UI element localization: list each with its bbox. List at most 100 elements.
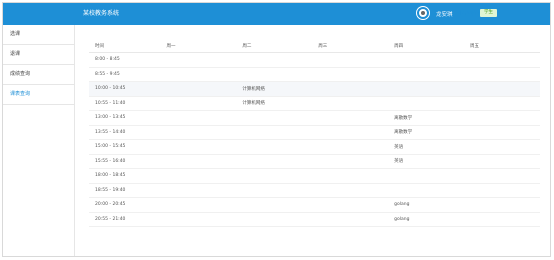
course-cell: 英语: [388, 154, 465, 169]
time-slot-cell: 10:00 - 10:45: [89, 81, 161, 97]
course-cell: [464, 154, 540, 169]
course-cell: [236, 110, 313, 126]
avatar-icon[interactable]: [417, 7, 429, 19]
table-header-row: 时间 周一 周二 周三 周四 周五: [89, 39, 540, 53]
time-slot-cell: 8:00 - 8:45: [89, 52, 161, 68]
table-row: 10:00 - 10:45 计算机网络: [89, 81, 540, 97]
course-cell: [236, 125, 313, 140]
column-header: 周三: [312, 39, 389, 53]
course-cell: [388, 52, 465, 68]
course-cell: [160, 125, 237, 140]
sidebar-item-timetable[interactable]: 课表查询: [3, 85, 74, 105]
course-cell: [464, 52, 540, 68]
table-row: 15:55 - 16:40 英语: [89, 154, 540, 169]
course-cell: [160, 168, 237, 184]
course-cell: [388, 67, 465, 82]
course-cell: 离散数学: [388, 110, 465, 126]
course-cell: [388, 168, 465, 184]
course-cell: [236, 52, 313, 68]
course-cell: golang: [388, 197, 465, 213]
course-cell: [464, 81, 540, 97]
table-row: 20:00 - 20:45 golang: [89, 197, 540, 213]
time-slot-cell: 13:55 - 14:40: [89, 125, 161, 140]
course-cell: 计算机网络: [236, 96, 313, 111]
course-cell: [236, 183, 313, 198]
course-cell: [388, 96, 465, 111]
app-title: 某校教务系统: [83, 10, 120, 17]
sidebar-item-select-course[interactable]: 选课: [3, 25, 74, 45]
course-cell: golang: [388, 212, 465, 227]
course-cell: [464, 168, 540, 184]
column-header: 周一: [160, 39, 237, 53]
course-cell: [160, 197, 237, 213]
course-cell: [160, 183, 237, 198]
table-row: 10:55 - 11:40 计算机网络: [89, 96, 540, 111]
course-cell: [312, 168, 389, 184]
course-cell: 离散数学: [388, 125, 465, 140]
course-cell: [312, 125, 389, 140]
table-row: 13:00 - 13:45 离散数学: [89, 110, 540, 126]
course-cell: [464, 139, 540, 155]
course-cell: [464, 96, 540, 111]
course-cell: [236, 212, 313, 227]
course-cell: [160, 110, 237, 126]
timetable: 时间 周一 周二 周三 周四 周五 8:00 - 8:45 8:55 - 9:45…: [89, 39, 540, 227]
sidebar-item-drop-course[interactable]: 退课: [3, 45, 74, 65]
course-cell: 计算机网络: [236, 81, 313, 97]
course-cell: [464, 197, 540, 213]
course-cell: [312, 197, 389, 213]
course-cell: [160, 96, 237, 111]
course-cell: [160, 67, 237, 82]
course-cell: [464, 212, 540, 227]
table-row: 20:55 - 21:40 golang: [89, 212, 540, 227]
role-badge: 学生: [480, 9, 497, 17]
table-row: 15:00 - 15:45 英语: [89, 139, 540, 155]
time-slot-cell: 18:55 - 19:40: [89, 183, 161, 198]
course-cell: [312, 67, 389, 82]
course-cell: [160, 139, 237, 155]
course-cell: [312, 96, 389, 111]
course-cell: [464, 110, 540, 126]
course-cell: [388, 183, 465, 198]
course-cell: [312, 183, 389, 198]
table-row: 8:00 - 8:45: [89, 52, 540, 68]
time-slot-cell: 18:00 - 18:45: [89, 168, 161, 184]
course-cell: [312, 154, 389, 169]
course-cell: [236, 67, 313, 82]
course-cell: [312, 52, 389, 68]
time-slot-cell: 8:55 - 9:45: [89, 67, 161, 82]
course-cell: 英语: [388, 139, 465, 155]
time-slot-cell: 20:55 - 21:40: [89, 212, 161, 227]
column-header: 周五: [464, 39, 540, 53]
column-header: 时间: [89, 39, 161, 53]
column-header: 周二: [236, 39, 313, 53]
top-bar: 某校教务系统 龙安琪 小学四年级 学生: [3, 3, 550, 25]
course-cell: [312, 81, 389, 97]
course-cell: [464, 125, 540, 140]
course-cell: [160, 52, 237, 68]
course-cell: [236, 139, 313, 155]
table-row: 13:55 - 14:40 离散数学: [89, 125, 540, 140]
timetable-panel: 时间 周一 周二 周三 周四 周五 8:00 - 8:45 8:55 - 9:45…: [89, 39, 540, 227]
course-cell: [388, 81, 465, 97]
course-cell: [236, 168, 313, 184]
user-name[interactable]: 龙安琪: [436, 10, 453, 18]
course-cell: [312, 139, 389, 155]
table-row: 8:55 - 9:45: [89, 67, 540, 82]
course-cell: [160, 212, 237, 227]
sidebar-item-grades[interactable]: 成绩查询: [3, 65, 74, 85]
table-row: 18:55 - 19:40: [89, 183, 540, 198]
time-slot-cell: 15:00 - 15:45: [89, 139, 161, 155]
course-cell: [464, 67, 540, 82]
course-cell: [464, 183, 540, 198]
course-cell: [312, 110, 389, 126]
sidebar: 选课 退课 成绩查询 课表查询: [3, 25, 75, 256]
column-header: 周四: [388, 39, 465, 53]
time-slot-cell: 15:55 - 16:40: [89, 154, 161, 169]
time-slot-cell: 10:55 - 11:40: [89, 96, 161, 111]
course-cell: [236, 154, 313, 169]
course-cell: [160, 81, 237, 97]
course-cell: [236, 197, 313, 213]
course-cell: [160, 154, 237, 169]
table-row: 18:00 - 18:45: [89, 168, 540, 184]
